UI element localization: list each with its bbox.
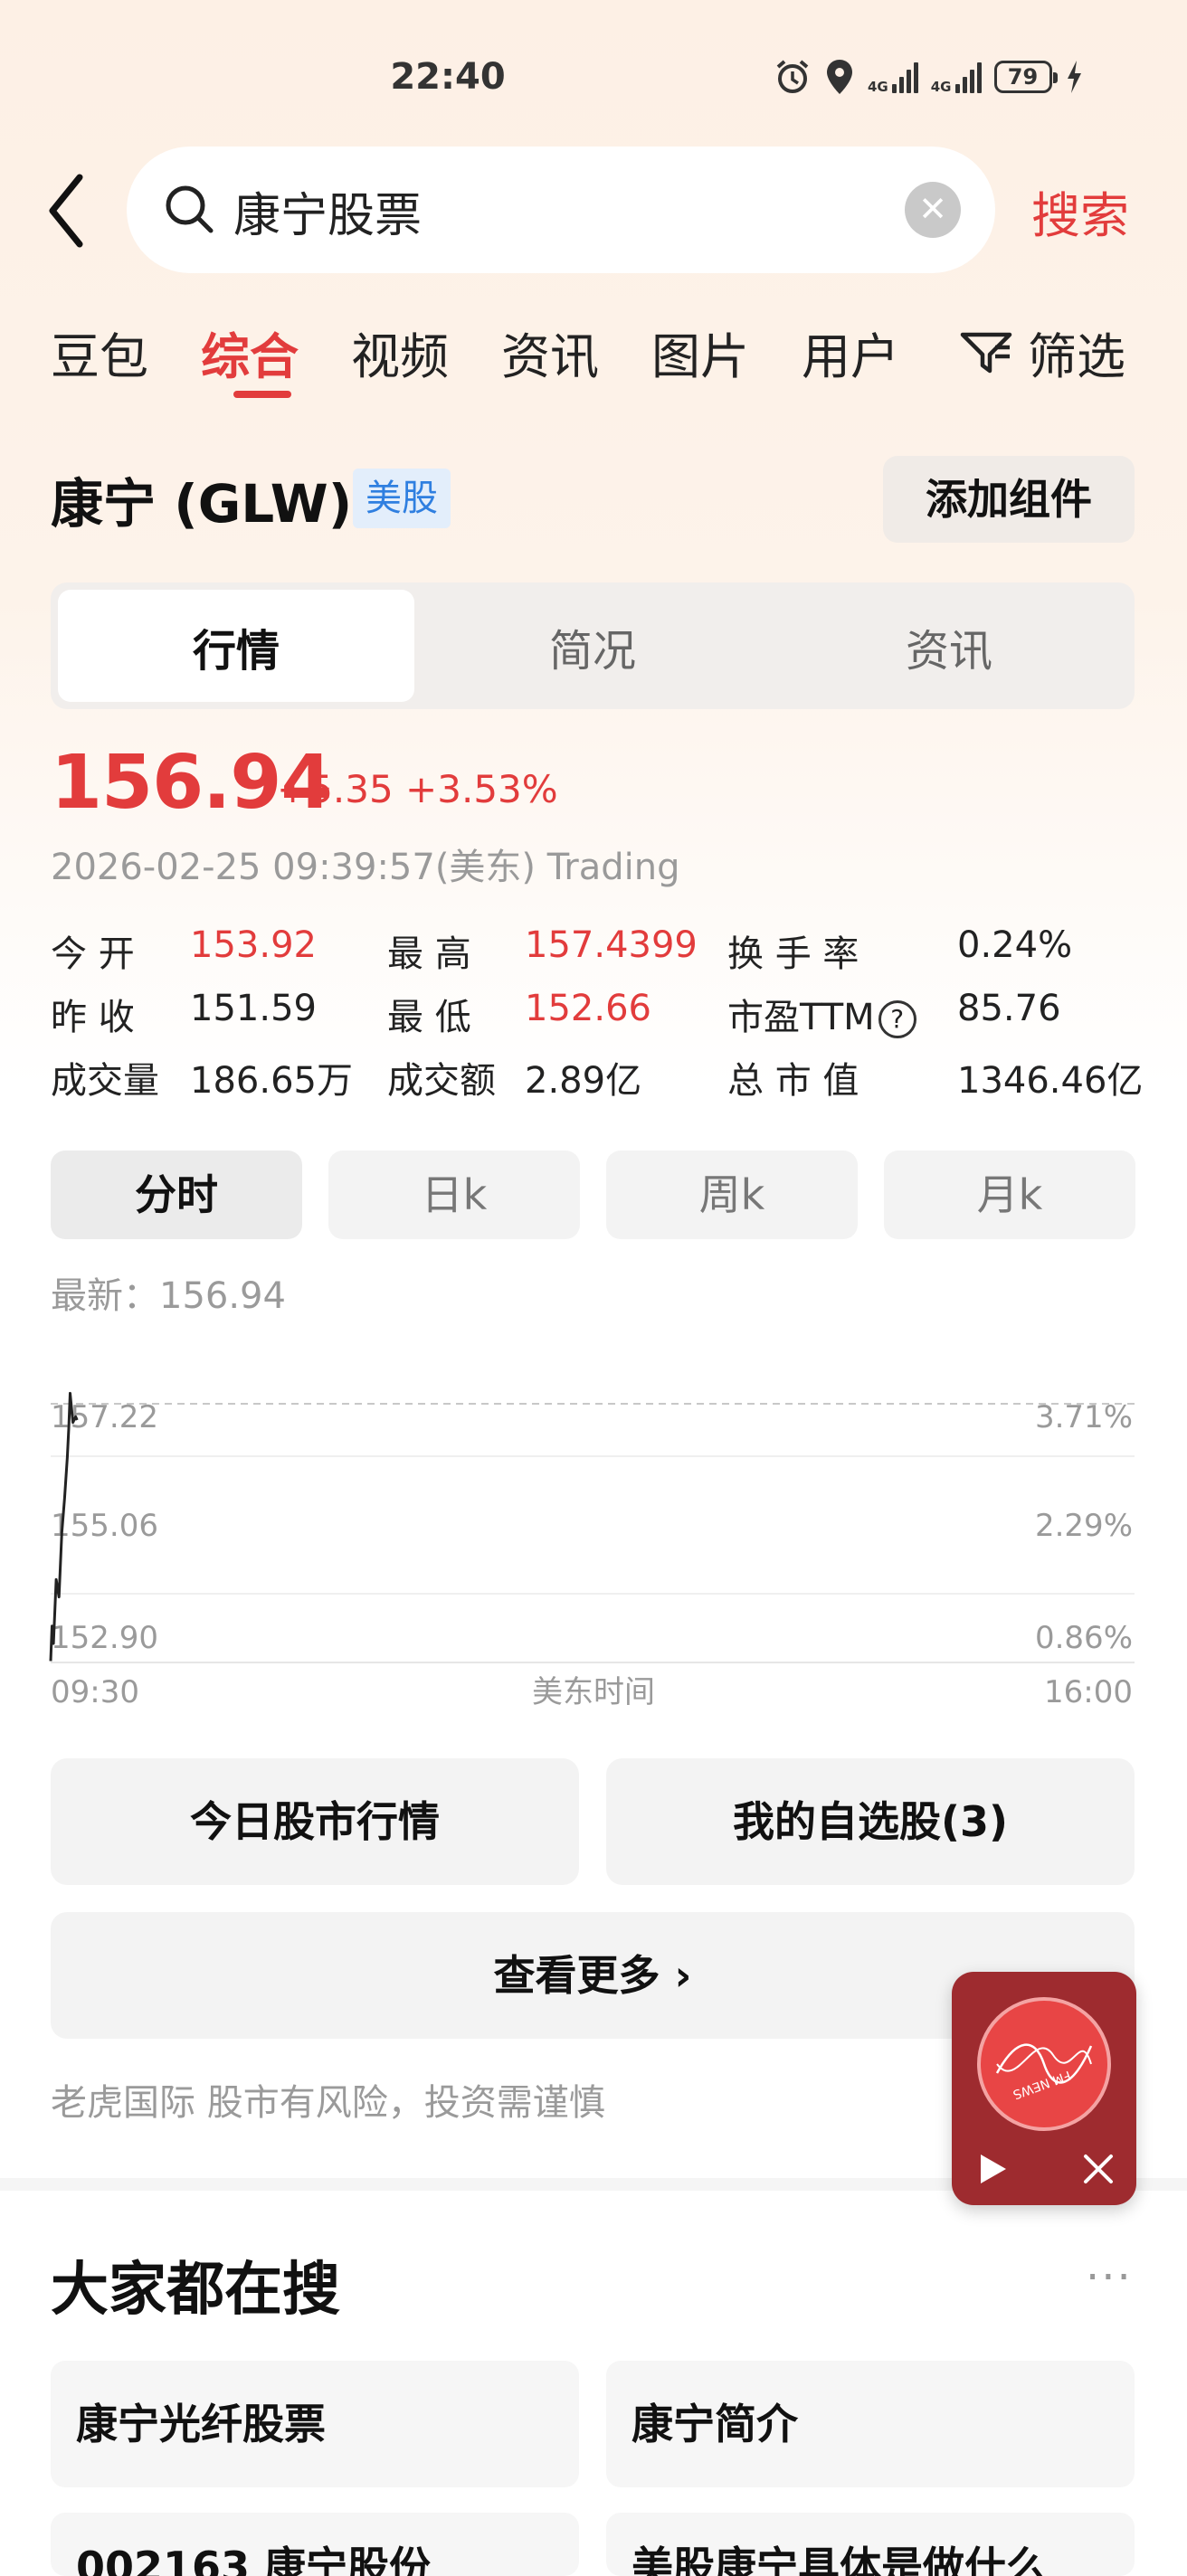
filter-icon [960,332,1012,373]
signal-2: 4G [930,61,982,95]
location-icon [827,60,852,94]
tab-news[interactable]: 资讯 [501,317,599,388]
stat-value-high: 157.4399 [525,924,698,966]
more-options-icon[interactable]: ··· [1086,2252,1133,2303]
tab-images[interactable]: 图片 [651,317,749,388]
risk-disclaimer: 老虎国际 股市有风险，投资需谨慎 [51,2082,605,2124]
disc-label: FM NEWS [1011,2068,1072,2102]
battery-level: 79 [1007,64,1039,90]
search-icon [166,185,214,233]
stat-value-volume: 186.65万 [190,1060,353,1102]
filter-button[interactable]: 筛选 [959,317,1125,388]
result-tabs: 豆包 综合 视频 资讯 图片 用户 [51,317,899,388]
tab-doubao[interactable]: 豆包 [51,317,148,388]
intraday-chart: 157.22 155.06 152.90 3.71% 2.29% 0.86% 0… [49,1391,1135,1710]
price-change: +5.35 +3.53% [277,767,558,811]
stat-value-open: 153.92 [190,924,317,966]
search-button[interactable]: 搜索 [1031,175,1129,247]
add-widget-button[interactable]: 添加组件 [883,456,1135,543]
signal-bars-icon [954,61,982,93]
alarm-icon [776,60,809,93]
stat-label-market-cap: 总 市 值 [727,1060,859,1102]
stat-value-pe: 85.76 [957,988,1061,1029]
segment-quote[interactable]: 行情 [58,615,414,678]
stat-label-high: 最 高 [387,933,471,975]
latest-price-label: 最新：156.94 [51,1275,286,1317]
suggestion-item[interactable]: 康宁光纤股票 [51,2361,579,2487]
tab-comprehensive[interactable]: 综合 [201,317,299,388]
signal-bars-icon [891,61,918,93]
help-icon[interactable]: ? [878,1000,916,1038]
network-type-1: 4G [868,79,888,95]
stat-label-volume: 成交量 [51,1060,159,1102]
y-tick-left: 157.22 [51,1399,158,1435]
stat-label-amount: 成交额 [387,1060,496,1102]
market-today-button[interactable]: 今日股市行情 [51,1758,579,1885]
x-tick-end: 16:00 [1044,1674,1133,1710]
y-tick-left: 152.90 [51,1620,158,1656]
stat-label-turnover: 换 手 率 [727,933,859,975]
kline-tab-intraday[interactable]: 分时 [51,1151,302,1239]
stat-value-market-cap: 1346.46亿 [957,1060,1144,1102]
kline-tab-daily[interactable]: 日k [328,1151,580,1239]
clear-search-icon[interactable]: ✕ [905,182,961,238]
status-time: 22:40 [390,56,506,98]
signal-1: 4G [868,61,918,95]
stat-value-turnover: 0.24% [957,924,1073,966]
back-arrow-icon[interactable] [43,170,98,251]
active-tab-indicator [233,391,291,398]
suggestion-item[interactable]: 美股康宁具体是做什么 [606,2513,1135,2576]
filter-label: 筛选 [1028,328,1125,385]
battery-icon: 79 [993,61,1058,93]
suggestion-item[interactable]: 002163 康宁股份 [51,2513,579,2576]
y-tick-right: 0.86% [1035,1620,1133,1656]
suggestion-item[interactable]: 康宁简介 [606,2361,1135,2487]
stat-label-open: 今 开 [51,933,135,975]
waveform-icon: FM NEWS [995,2043,1093,2102]
popular-searches-title: 大家都在搜 [51,2257,340,2324]
segment-news[interactable]: 资讯 [771,615,1127,678]
y-tick-right: 2.29% [1035,1508,1133,1544]
segment-overview[interactable]: 简况 [414,615,771,678]
charging-icon [1067,61,1081,93]
market-badge: 美股 [353,469,451,528]
x-tick-start: 09:30 [51,1674,139,1710]
stat-value-amount: 2.89亿 [525,1060,642,1102]
pe-label-text: 市盈TTM [727,997,875,1038]
y-tick-right: 3.71% [1035,1399,1133,1435]
tab-video[interactable]: 视频 [351,317,449,388]
stat-label-prev-close: 昨 收 [51,997,135,1038]
stat-value-prev-close: 151.59 [190,988,317,1029]
x-axis-label: 美东时间 [532,1674,655,1710]
close-player-icon[interactable] [1082,2153,1115,2185]
stat-label-low: 最 低 [387,997,471,1038]
status-icons: 4G 4G 79 [774,54,1083,99]
tab-users[interactable]: 用户 [802,317,899,388]
stock-title: 康宁 (GLW) [51,473,353,535]
y-tick-left: 155.06 [51,1508,158,1544]
my-watchlist-button[interactable]: 我的自选股(3) [606,1758,1135,1885]
search-input[interactable]: 康宁股票 [233,177,422,245]
kline-tab-monthly[interactable]: 月k [884,1151,1135,1239]
network-type-2: 4G [930,79,952,95]
stat-value-low: 152.66 [525,988,651,1029]
quote-timestamp: 2026-02-25 09:39:57(美东) Trading [51,847,680,888]
play-icon[interactable] [977,2151,1010,2187]
kline-tab-weekly[interactable]: 周k [606,1151,858,1239]
stat-label-pe: 市盈TTM? [727,988,916,1040]
player-disc[interactable]: FM NEWS [977,1997,1111,2131]
